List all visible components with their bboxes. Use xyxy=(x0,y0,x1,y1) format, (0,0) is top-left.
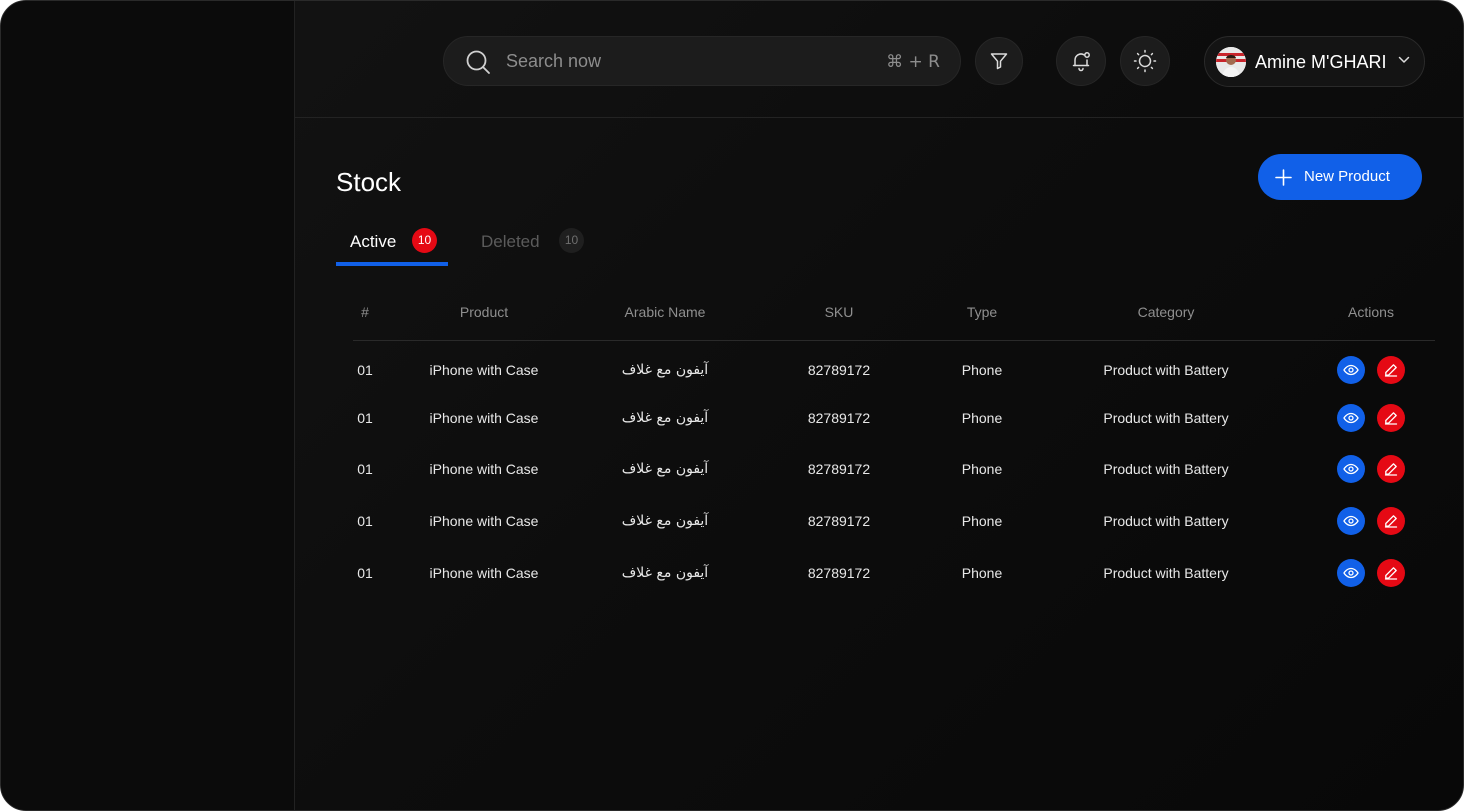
cell-sku: 82789172 xyxy=(807,461,871,478)
edit-icon xyxy=(1384,463,1398,476)
cell-arabic-name: آيفون مع غلاف xyxy=(621,362,709,379)
view-button[interactable] xyxy=(1337,403,1365,432)
cell-actions xyxy=(1307,392,1435,444)
edit-button[interactable] xyxy=(1377,558,1405,587)
filter-button[interactable] xyxy=(975,37,1023,85)
eye-icon xyxy=(1343,515,1359,527)
edit-icon xyxy=(1384,364,1398,377)
app-window: ⌘ + R xyxy=(0,0,1464,811)
cell-type: Phone xyxy=(961,362,1003,379)
cell-product: iPhone with Case xyxy=(429,409,539,426)
user-name: Amine M'GHARI xyxy=(1255,52,1387,72)
cell-sku: 82789172 xyxy=(807,564,871,581)
cell-category: Product with Battery xyxy=(1103,362,1229,379)
cell-actions xyxy=(1307,495,1435,547)
tab-active[interactable]: Active 10 xyxy=(336,226,448,266)
cell-arabic-name: آيفون مع غلاف xyxy=(621,461,709,478)
cell-arabic-name: آيفون مع غلاف xyxy=(621,512,709,529)
table-row: 01 iPhone with Case آيفون مع غلاف 827891… xyxy=(353,340,1435,392)
tab-deleted-count: 10 xyxy=(559,228,584,253)
search-bar[interactable]: ⌘ + R xyxy=(443,36,961,86)
avatar xyxy=(1216,47,1246,77)
view-button[interactable] xyxy=(1337,506,1365,535)
cell-type: Phone xyxy=(961,512,1003,529)
sun-icon xyxy=(1133,49,1157,73)
page-title: Stock xyxy=(336,167,402,197)
cell-actions xyxy=(1307,340,1435,392)
cell-category: Product with Battery xyxy=(1103,512,1229,529)
eye-icon xyxy=(1343,464,1359,475)
chevron-down-icon xyxy=(1398,56,1410,63)
column-header[interactable]: Category xyxy=(1025,285,1307,341)
cell-actions xyxy=(1307,443,1435,495)
tab-deleted[interactable]: Deleted 10 xyxy=(481,226,591,266)
search-icon xyxy=(466,50,490,74)
cell-number: 01 xyxy=(357,409,373,426)
column-header[interactable]: Type xyxy=(939,285,1025,341)
cell-type: Phone xyxy=(961,564,1003,581)
eye-icon xyxy=(1343,567,1359,578)
new-product-button[interactable]: New Product xyxy=(1258,154,1422,200)
cell-actions xyxy=(1307,547,1435,599)
cell-category: Product with Battery xyxy=(1103,461,1229,478)
cell-type: Phone xyxy=(961,461,1003,478)
edit-button[interactable] xyxy=(1377,455,1405,484)
topbar: ⌘ + R xyxy=(295,1,1463,118)
tab-active-count: 10 xyxy=(412,228,437,253)
cell-number: 01 xyxy=(357,461,373,478)
edit-icon xyxy=(1384,566,1398,580)
column-header: Actions xyxy=(1307,285,1435,341)
eye-icon xyxy=(1343,412,1359,423)
theme-toggle-button[interactable] xyxy=(1120,36,1170,86)
cell-type: Phone xyxy=(961,409,1003,426)
cell-number: 01 xyxy=(357,362,373,379)
cell-product: iPhone with Case xyxy=(429,564,539,581)
cell-sku: 82789172 xyxy=(807,512,871,529)
table-row: 01 iPhone with Case آيفون مع غلاف 827891… xyxy=(353,443,1435,495)
cell-product: iPhone with Case xyxy=(429,512,539,529)
edit-icon xyxy=(1384,411,1398,425)
cell-arabic-name: آيفون مع غلاف xyxy=(621,564,709,581)
view-button[interactable] xyxy=(1337,356,1365,385)
edit-button[interactable] xyxy=(1377,506,1405,535)
sidebar xyxy=(1,1,295,810)
column-header[interactable]: Product xyxy=(377,285,591,341)
eye-icon xyxy=(1343,364,1359,376)
cell-product: iPhone with Case xyxy=(429,461,539,478)
table-header-row: # Product Arabic Name SKU Type Category … xyxy=(353,285,1435,341)
tab-active-label: Active xyxy=(350,232,397,251)
edit-button[interactable] xyxy=(1377,403,1405,432)
notifications-button[interactable] xyxy=(1056,36,1106,86)
cell-number: 01 xyxy=(357,564,373,581)
column-header[interactable]: Arabic Name xyxy=(591,285,739,341)
column-header: # xyxy=(353,285,377,341)
cell-sku: 82789172 xyxy=(807,409,871,426)
cell-number: 01 xyxy=(357,512,373,529)
table-row: 01 iPhone with Case آيفون مع غلاف 827891… xyxy=(353,392,1435,444)
column-header[interactable]: SKU xyxy=(739,285,939,341)
bell-icon xyxy=(1072,52,1090,72)
edit-button[interactable] xyxy=(1377,356,1405,385)
new-product-label: New Product xyxy=(1304,168,1390,185)
cell-category: Product with Battery xyxy=(1103,409,1229,426)
cell-arabic-name: آيفون مع غلاف xyxy=(621,409,709,426)
cell-sku: 82789172 xyxy=(807,362,871,379)
cell-product: iPhone with Case xyxy=(429,362,539,379)
filter-icon xyxy=(990,53,1008,70)
cell-category: Product with Battery xyxy=(1103,564,1229,581)
tab-deleted-label: Deleted xyxy=(481,232,540,251)
plus-icon xyxy=(1275,169,1292,186)
view-button[interactable] xyxy=(1337,455,1365,484)
view-button[interactable] xyxy=(1337,558,1365,587)
search-shortcut: ⌘ + R xyxy=(886,52,940,72)
user-menu[interactable]: Amine M'GHARI xyxy=(1204,36,1425,87)
table-row: 01 iPhone with Case آيفون مع غلاف 827891… xyxy=(353,547,1435,599)
stock-table: # Product Arabic Name SKU Type Category … xyxy=(353,285,1435,598)
search-input[interactable] xyxy=(506,47,866,75)
edit-icon xyxy=(1384,515,1398,528)
table-row: 01 iPhone with Case آيفون مع غلاف 827891… xyxy=(353,495,1435,547)
